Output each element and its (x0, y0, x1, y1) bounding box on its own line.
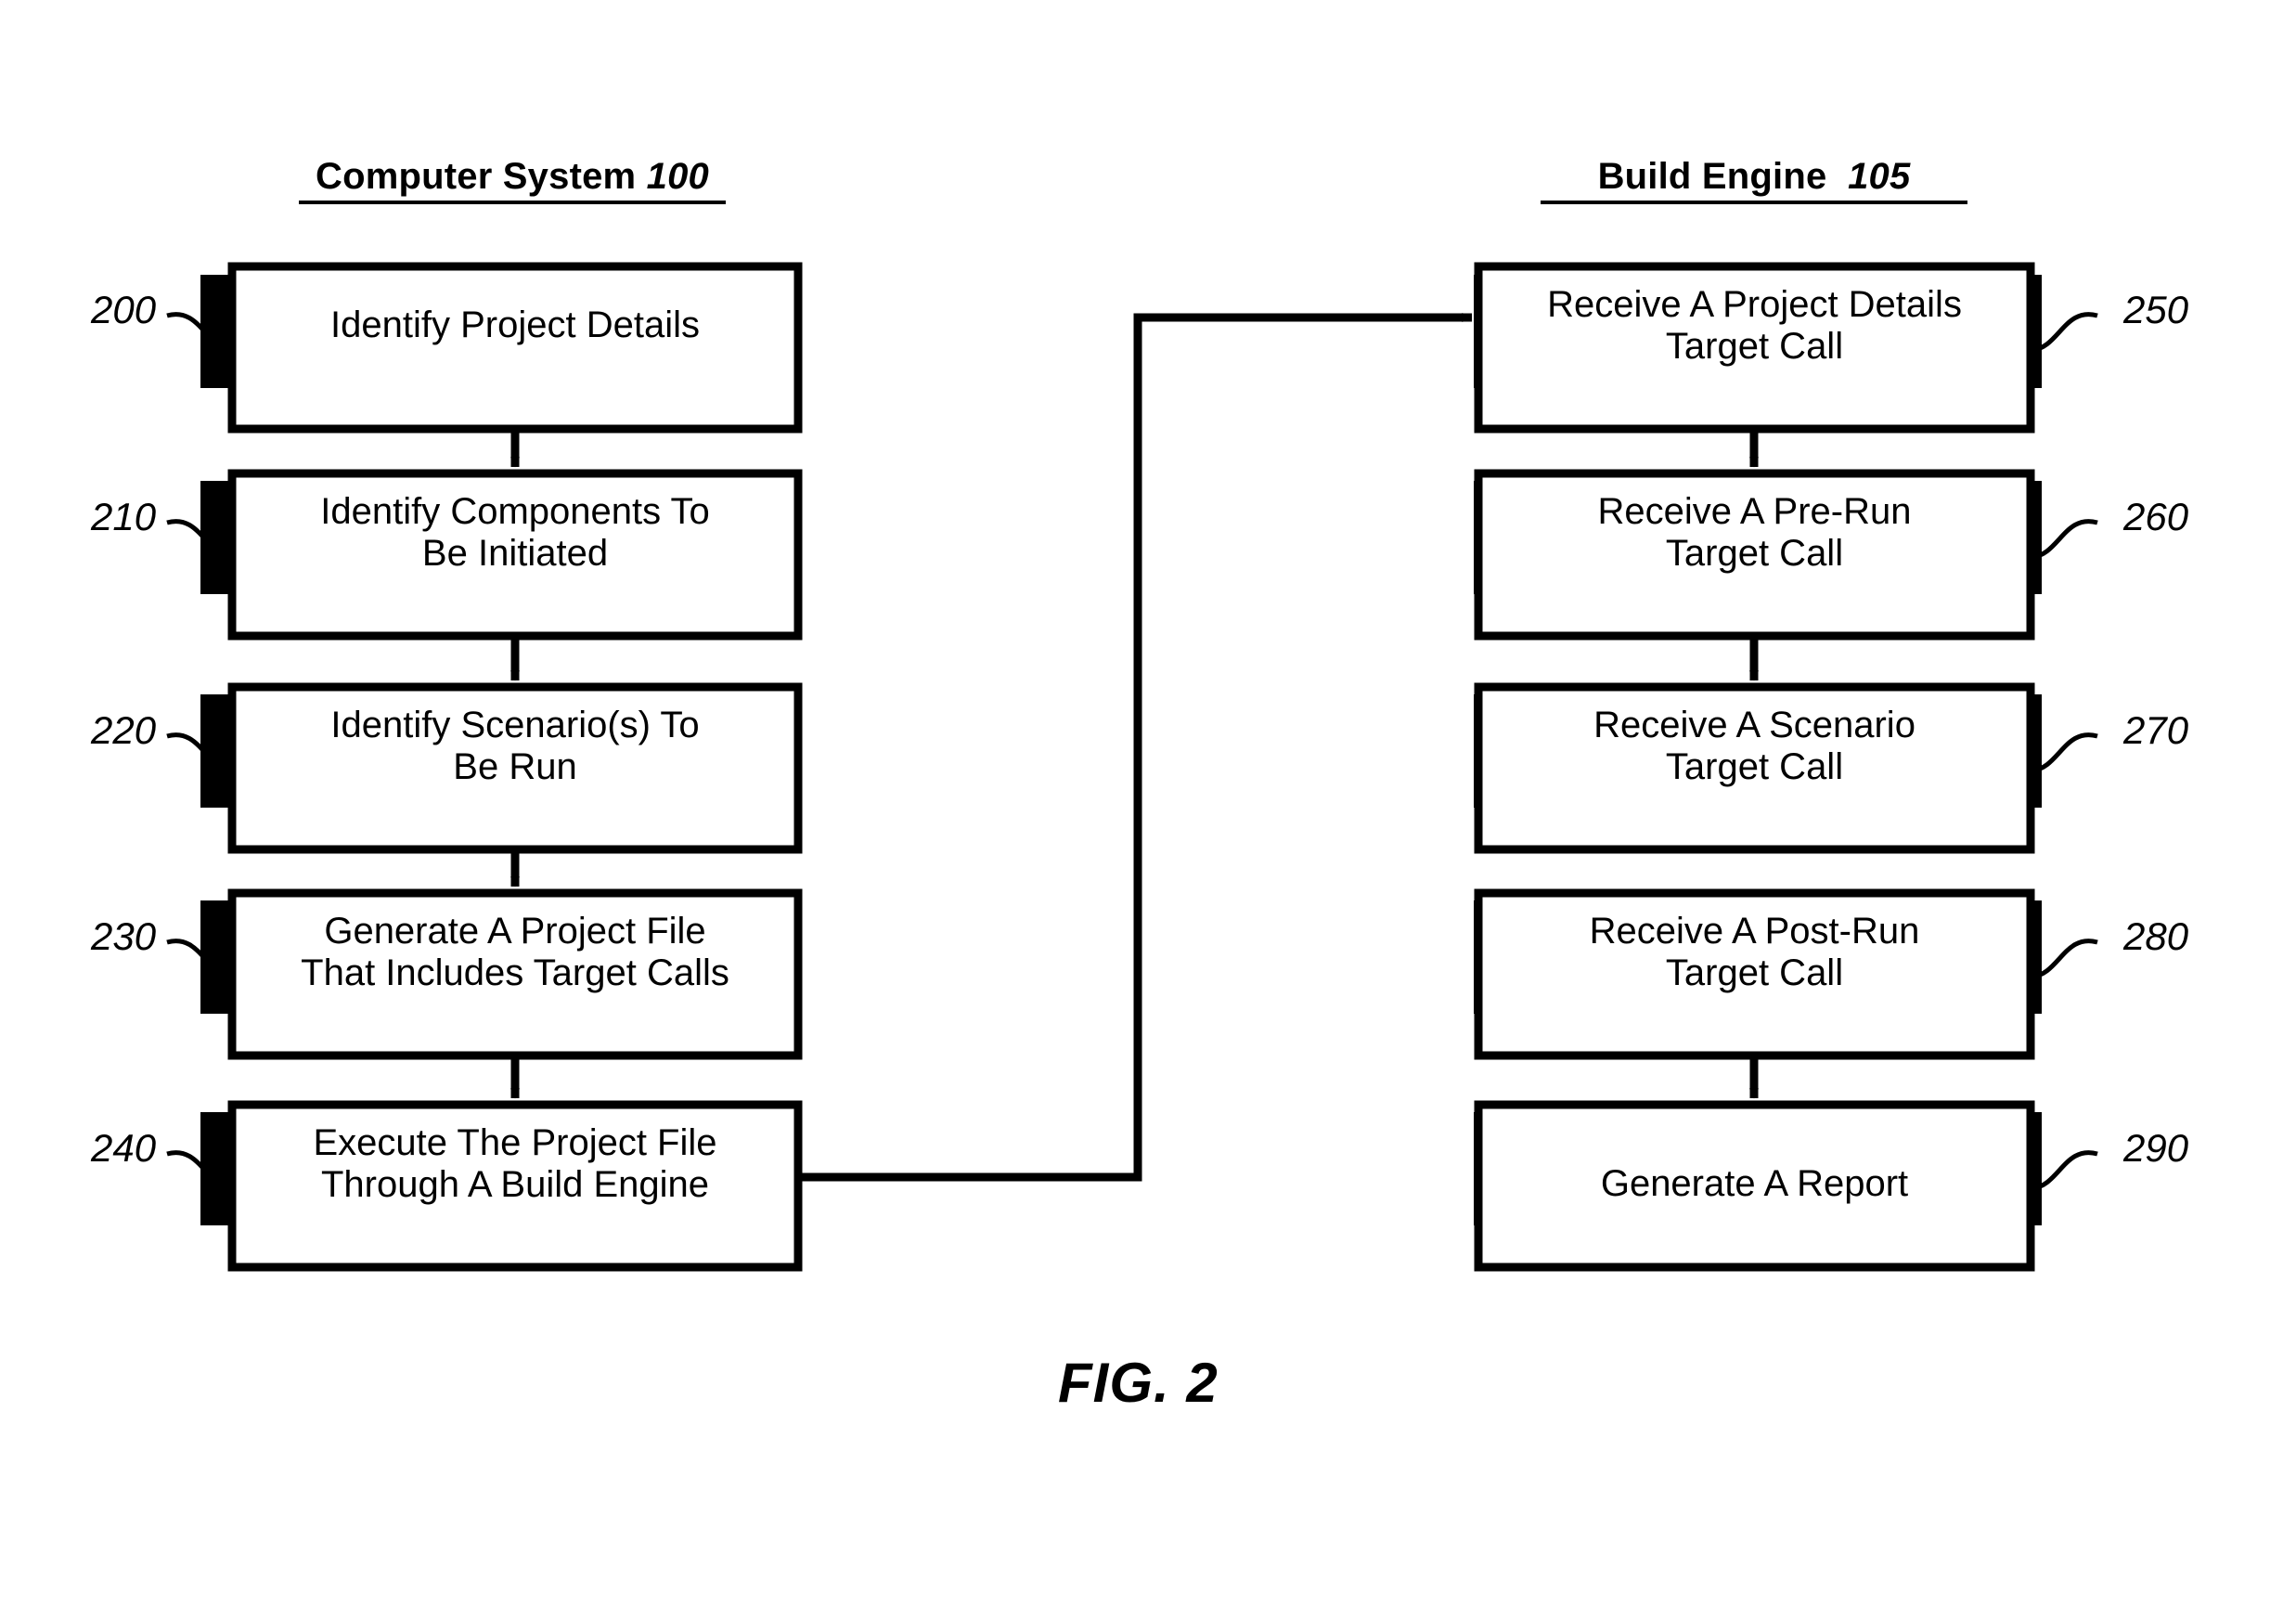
column-title-number: 100 (646, 156, 709, 197)
process-box-230 (227, 888, 803, 1060)
title-underline (1541, 201, 1967, 204)
process-box-270 (1474, 682, 2035, 854)
process-box-210 (227, 469, 803, 641)
column-title-number: 105 (1848, 156, 1911, 197)
process-box-200 (227, 262, 803, 434)
reference-numeral-230: 230 (91, 914, 157, 958)
process-box-250 (1474, 262, 2035, 434)
reference-numeral-260: 260 (2123, 495, 2189, 538)
column-title-text: Computer System (316, 156, 637, 197)
right-process-boxes (1474, 262, 2035, 1272)
reference-numeral-270: 270 (2123, 708, 2189, 752)
reference-numeral-200: 200 (91, 288, 157, 331)
column-title-computer-system: Computer System 100 (299, 156, 726, 204)
reference-numeral-240: 240 (91, 1126, 157, 1170)
leader-290 (2032, 1150, 2098, 1191)
title-underline (299, 201, 726, 204)
right-leader-lines (2032, 312, 2098, 1191)
reference-numeral-290: 290 (2123, 1126, 2189, 1170)
figure-caption: FIG. 2 (1058, 1352, 1219, 1414)
connector-240-to-250 (798, 313, 1473, 1182)
leader-270 (2032, 732, 2098, 773)
process-box-280 (1474, 888, 2035, 1060)
reference-numeral-250: 250 (2123, 288, 2189, 331)
left-process-boxes (227, 262, 803, 1272)
figure-canvas: Computer System 100 Build Engine 105 Ide… (0, 0, 2296, 1606)
reference-numeral-220: 220 (91, 708, 157, 752)
leader-250 (2032, 312, 2098, 353)
column-title-build-engine: Build Engine 105 (1541, 156, 1967, 204)
leader-280 (2032, 939, 2098, 979)
process-box-220 (227, 682, 803, 854)
leader-260 (2032, 519, 2098, 560)
reference-numeral-210: 210 (91, 495, 157, 538)
reference-numeral-280: 280 (2123, 914, 2189, 958)
process-box-290 (1474, 1100, 2035, 1272)
process-box-240 (227, 1100, 803, 1272)
process-box-260 (1474, 469, 2035, 641)
column-title-text: Build Engine (1597, 156, 1827, 197)
